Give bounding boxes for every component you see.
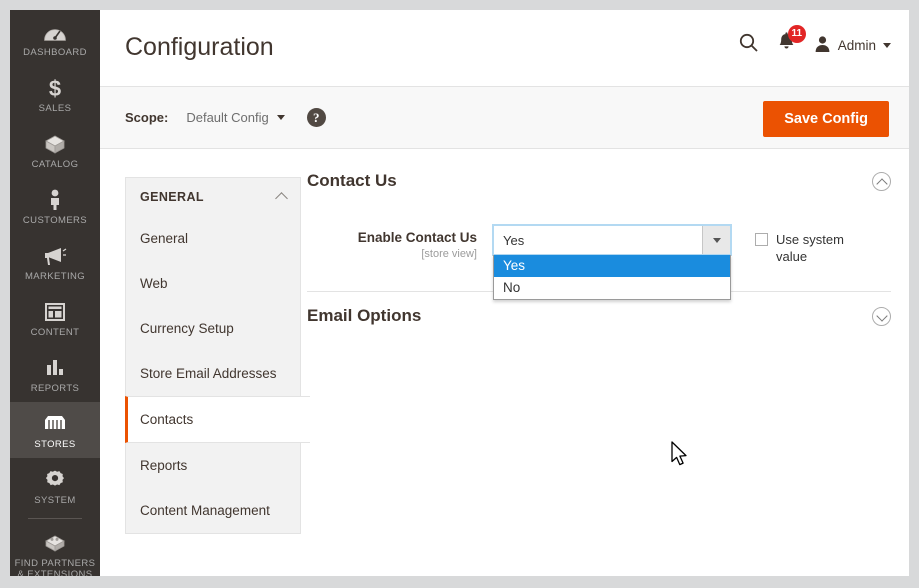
config-nav-item-general[interactable]: General: [126, 216, 300, 261]
select-arrow-button[interactable]: [702, 226, 730, 254]
mouse-cursor: [671, 441, 691, 474]
config-nav-item-web[interactable]: Web: [126, 261, 300, 306]
sidebar-item-label: REPORTS: [30, 383, 80, 394]
chevron-down-icon: [883, 42, 891, 48]
field-label: Enable Contact Us: [357, 230, 477, 245]
select-selected-value: Yes: [503, 232, 525, 248]
header-tools: 11 Admin: [738, 25, 891, 58]
option-no[interactable]: No: [494, 277, 730, 299]
sidebar-item-system[interactable]: SYSTEM: [10, 458, 100, 514]
config-nav-item-content-management[interactable]: Content Management: [126, 488, 300, 533]
sidebar-item-label: STORES: [34, 439, 76, 450]
scope-selected-value: Default Config: [186, 110, 269, 125]
customers-icon: [12, 187, 98, 213]
partners-icon: [12, 530, 98, 556]
sidebar-item-catalog[interactable]: CATALOG: [10, 122, 100, 178]
admin-window: DASHBOARD $ SALES CATALOG CUSTOMERS MARK…: [10, 10, 909, 576]
config-nav: GENERAL General Web Currency Setup Store…: [125, 177, 310, 534]
config-nav-group-general[interactable]: GENERAL: [125, 177, 301, 216]
chevron-down-icon: [712, 237, 721, 243]
catalog-icon: [12, 131, 98, 157]
sidebar-item-marketing[interactable]: MARKETING: [10, 234, 100, 290]
marketing-icon: [12, 243, 98, 269]
admin-sidebar: DASHBOARD $ SALES CATALOG CUSTOMERS MARK…: [10, 10, 100, 576]
chevron-up-icon: [872, 171, 891, 191]
scope-bar: Scope: Default Config ? Save Config: [100, 86, 909, 149]
notification-count-badge: 11: [787, 25, 806, 43]
section-header-contact-us[interactable]: Contact Us: [307, 157, 891, 207]
user-avatar-icon: [814, 35, 831, 56]
main-area: Configuration 11 Admin Scope: Default Co…: [100, 10, 909, 576]
enable-contact-us-select-wrap: Yes Yes No: [492, 224, 732, 300]
help-icon[interactable]: ?: [306, 108, 326, 127]
save-config-button[interactable]: Save Config: [763, 101, 889, 137]
sidebar-item-label-line2: & EXTENSIONS: [17, 569, 93, 576]
sidebar-item-sales[interactable]: $ SALES: [10, 66, 100, 122]
scope-selector[interactable]: Default Config: [186, 110, 285, 125]
config-nav-item-store-email-addresses[interactable]: Store Email Addresses: [126, 351, 300, 396]
system-icon: [12, 467, 98, 493]
body-area: GENERAL General Web Currency Setup Store…: [100, 149, 909, 576]
stores-icon: [12, 411, 98, 437]
admin-user-name: Admin: [837, 37, 876, 53]
dashboard-icon: [12, 19, 98, 45]
sidebar-item-find-partners[interactable]: FIND PARTNERS & EXTENSIONS: [10, 521, 100, 576]
page-title: Configuration: [125, 33, 274, 61]
reports-icon: [12, 355, 98, 381]
sidebar-item-stores[interactable]: STORES: [10, 402, 100, 458]
page-header: Configuration 11 Admin: [100, 10, 909, 86]
sidebar-item-label: CUSTOMERS: [22, 215, 88, 226]
sidebar-item-label: MARKETING: [24, 271, 86, 282]
config-nav-item-contacts[interactable]: Contacts: [125, 396, 310, 443]
field-enable-contact-us: Enable Contact Us [store view] Yes Yes N…: [307, 207, 891, 300]
sidebar-item-dashboard[interactable]: DASHBOARD: [10, 10, 100, 66]
notifications-button[interactable]: 11: [777, 25, 806, 58]
section-title: Email Options: [307, 306, 422, 325]
content-icon: [12, 299, 98, 325]
sales-icon: $: [12, 75, 98, 101]
scope-label: Scope:: [125, 110, 169, 125]
sidebar-item-label-line1: FIND PARTNERS: [14, 558, 96, 569]
option-yes[interactable]: Yes: [494, 255, 730, 277]
config-nav-list: General Web Currency Setup Store Email A…: [125, 216, 310, 534]
enable-contact-us-options: Yes No: [493, 255, 731, 300]
sidebar-item-customers[interactable]: CUSTOMERS: [10, 178, 100, 234]
config-nav-item-currency-setup[interactable]: Currency Setup: [126, 306, 300, 351]
sidebar-item-content[interactable]: CONTENT: [10, 290, 100, 346]
field-scope-hint: [store view]: [421, 248, 477, 260]
field-label-wrap: Enable Contact Us [store view]: [307, 225, 493, 260]
config-content: Contact Us Enable Contact Us [store view…: [307, 157, 909, 342]
config-nav-item-reports[interactable]: Reports: [126, 443, 300, 488]
sidebar-item-label: CONTENT: [30, 327, 80, 338]
config-nav-group-label: GENERAL: [140, 190, 204, 204]
admin-user-menu[interactable]: Admin: [814, 35, 891, 56]
use-system-value-checkbox[interactable]: [755, 233, 768, 246]
sidebar-item-label: DASHBOARD: [23, 47, 87, 58]
sidebar-item-label: SALES: [38, 103, 72, 114]
search-button[interactable]: [738, 32, 759, 58]
search-icon: [738, 32, 759, 58]
sidebar-item-reports[interactable]: REPORTS: [10, 346, 100, 402]
chevron-up-icon: [275, 192, 288, 205]
use-system-value-toggle[interactable]: Use system value: [755, 225, 865, 265]
svg-text:$: $: [49, 76, 61, 100]
sidebar-item-label: SYSTEM: [34, 495, 76, 506]
sidebar-item-label: CATALOG: [31, 159, 79, 170]
use-system-value-label: Use system value: [776, 232, 844, 264]
chevron-down-icon: [276, 115, 285, 120]
chevron-down-icon: [872, 306, 891, 326]
section-title: Contact Us: [307, 171, 397, 190]
sidebar-divider: [28, 518, 82, 519]
enable-contact-us-select[interactable]: Yes: [492, 224, 732, 256]
